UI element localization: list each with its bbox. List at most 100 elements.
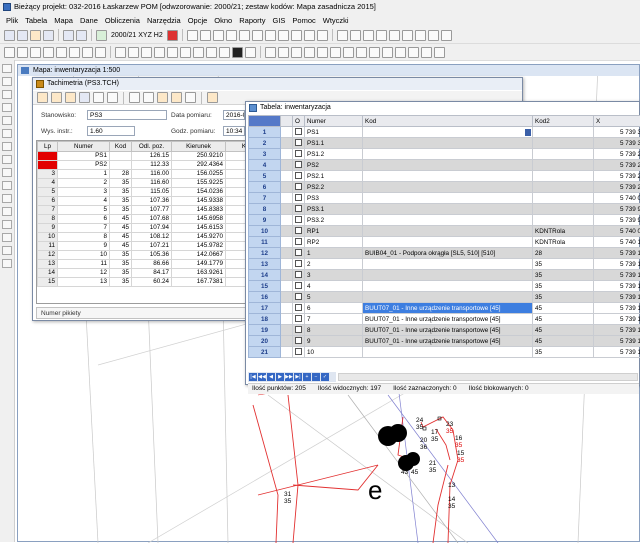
data-cell[interactable]: 35 (110, 188, 132, 197)
lock-cell[interactable] (281, 292, 293, 303)
confirm-icon[interactable]: ✓ (321, 373, 329, 381)
kod-cell[interactable] (363, 237, 533, 248)
date-field[interactable]: 2016-0 (223, 110, 245, 120)
polyline-icon[interactable] (141, 47, 152, 58)
column-header[interactable]: Odl. poz. (132, 142, 172, 152)
eraser-tool-icon[interactable] (2, 220, 12, 229)
data-cell[interactable]: 108.12 (132, 233, 172, 242)
kod2-cell[interactable]: 45 (533, 303, 594, 314)
column-header[interactable] (249, 116, 281, 127)
numer-cell[interactable]: PS1.2 (305, 149, 363, 160)
x-cell[interactable]: 5 739 1 (594, 336, 640, 347)
data-cell[interactable]: PS2 (58, 161, 110, 170)
column-header[interactable]: Kod2 (533, 116, 594, 127)
data-cell[interactable]: 13 (58, 278, 110, 287)
x-cell[interactable]: 5 740 0 (594, 226, 640, 237)
print-observation-icon[interactable] (143, 92, 154, 103)
crs-icon[interactable] (96, 30, 107, 41)
data-cell[interactable]: 156.0255 (172, 170, 226, 179)
menu-item[interactable]: Narzędzia (147, 16, 181, 25)
data-cell[interactable]: 126.15 (132, 152, 172, 161)
row-checkbox[interactable] (295, 128, 302, 135)
row-header[interactable]: 16 (249, 292, 281, 303)
row-header[interactable]: 3 (249, 149, 281, 160)
data-cell[interactable]: 145.8383 (172, 206, 226, 215)
column-header[interactable]: O (293, 116, 305, 127)
copy-icon[interactable] (278, 47, 289, 58)
menu-item[interactable]: Okno (214, 16, 232, 25)
hatch-tool-icon[interactable] (2, 155, 12, 164)
kod2-cell[interactable]: 45 (533, 325, 594, 336)
table-row[interactable]: 154355 739 1 (249, 281, 640, 292)
zoom-window-icon[interactable] (69, 47, 80, 58)
x-cell[interactable]: 5 739 1 (594, 347, 640, 358)
row-checkbox[interactable] (295, 304, 302, 311)
checkbox-cell[interactable] (293, 138, 305, 149)
row-number-cell[interactable]: 9 (38, 224, 58, 233)
kod2-cell[interactable]: 45 (533, 314, 594, 325)
crs-label[interactable]: 2000/21 XYZ H2 (109, 32, 165, 39)
row-checkbox[interactable] (295, 315, 302, 322)
rotate-icon[interactable] (17, 47, 28, 58)
new-observation-icon[interactable] (37, 92, 48, 103)
x-cell[interactable]: 5 739 2 (594, 149, 640, 160)
checkbox-cell[interactable] (293, 248, 305, 259)
print-icon[interactable] (402, 30, 413, 41)
data-cell[interactable]: 116.60 (132, 179, 172, 188)
measure-tool-icon[interactable] (2, 233, 12, 242)
numer-cell[interactable]: 6 (305, 303, 363, 314)
kod-cell[interactable]: BUUT07_01 - Inne urządzenie transportowe… (363, 325, 533, 336)
row-checkbox[interactable] (295, 249, 302, 256)
open-observation-icon[interactable] (51, 92, 62, 103)
kod-cell[interactable]: BUIB04_01 - Podpora okrągła [SL5, 510] [… (363, 248, 533, 259)
polygon-icon[interactable] (252, 30, 263, 41)
extend-icon[interactable] (330, 47, 341, 58)
row-checkbox[interactable] (295, 326, 302, 333)
checkbox-cell[interactable] (293, 127, 305, 138)
kod2-cell[interactable] (533, 149, 594, 160)
data-cell[interactable]: 107.68 (132, 215, 172, 224)
prev-record-icon[interactable]: ◀ (267, 373, 275, 381)
kod-cell[interactable] (363, 160, 533, 171)
instrument-height-field[interactable]: 1.60 (87, 126, 135, 136)
lock-cell[interactable] (281, 215, 293, 226)
data-cell[interactable]: 35 (110, 260, 132, 269)
circle-icon[interactable] (167, 47, 178, 58)
last-record-icon[interactable]: ▶| (294, 373, 302, 381)
numer-cell[interactable]: PS1 (305, 127, 363, 138)
row-checkbox[interactable] (295, 194, 302, 201)
row-header[interactable]: 15 (249, 281, 281, 292)
time-field[interactable]: 10:34 (223, 126, 245, 136)
folder-icon[interactable] (65, 92, 76, 103)
column-header[interactable]: Numer (305, 116, 363, 127)
kod-cell[interactable]: BUUT07_01 - Inne urządzenie transportowe… (363, 303, 533, 314)
data-cell[interactable]: 5 (58, 206, 110, 215)
data-cell[interactable]: 35 (110, 206, 132, 215)
lock-cell[interactable] (281, 149, 293, 160)
kod2-cell[interactable] (533, 182, 594, 193)
data-cell[interactable]: 35 (110, 179, 132, 188)
menu-item[interactable]: Obliczenia (105, 16, 140, 25)
row-checkbox[interactable] (295, 216, 302, 223)
checkbox-cell[interactable] (293, 314, 305, 325)
column-header[interactable]: Kod (110, 142, 132, 152)
checkbox-cell[interactable] (293, 215, 305, 226)
numer-cell[interactable]: PS3.1 (305, 204, 363, 215)
checkbox-cell[interactable] (293, 182, 305, 193)
row-header[interactable]: 18 (249, 314, 281, 325)
row-checkbox[interactable] (295, 172, 302, 179)
table-row[interactable]: 209BUUT07_01 - Inne urządzenie transport… (249, 336, 640, 347)
menu-item[interactable]: Dane (80, 16, 98, 25)
data-cell[interactable]: 6 (58, 215, 110, 224)
snap-icon[interactable] (408, 47, 419, 58)
table-row[interactable]: 11RP2KDNTRola5 740 1 (249, 237, 640, 248)
kod-cell[interactable]: BUUT07_01 - Inne urządzenie transportowe… (363, 336, 533, 347)
lock-cell[interactable] (281, 281, 293, 292)
kod2-cell[interactable] (533, 193, 594, 204)
sheet-icon[interactable] (350, 30, 361, 41)
layer-manager-icon[interactable] (421, 47, 432, 58)
trim-icon[interactable] (317, 47, 328, 58)
row-number-cell[interactable] (38, 152, 58, 161)
data-cell[interactable]: 145.9270 (172, 233, 226, 242)
select-arrow-icon[interactable] (4, 47, 15, 58)
